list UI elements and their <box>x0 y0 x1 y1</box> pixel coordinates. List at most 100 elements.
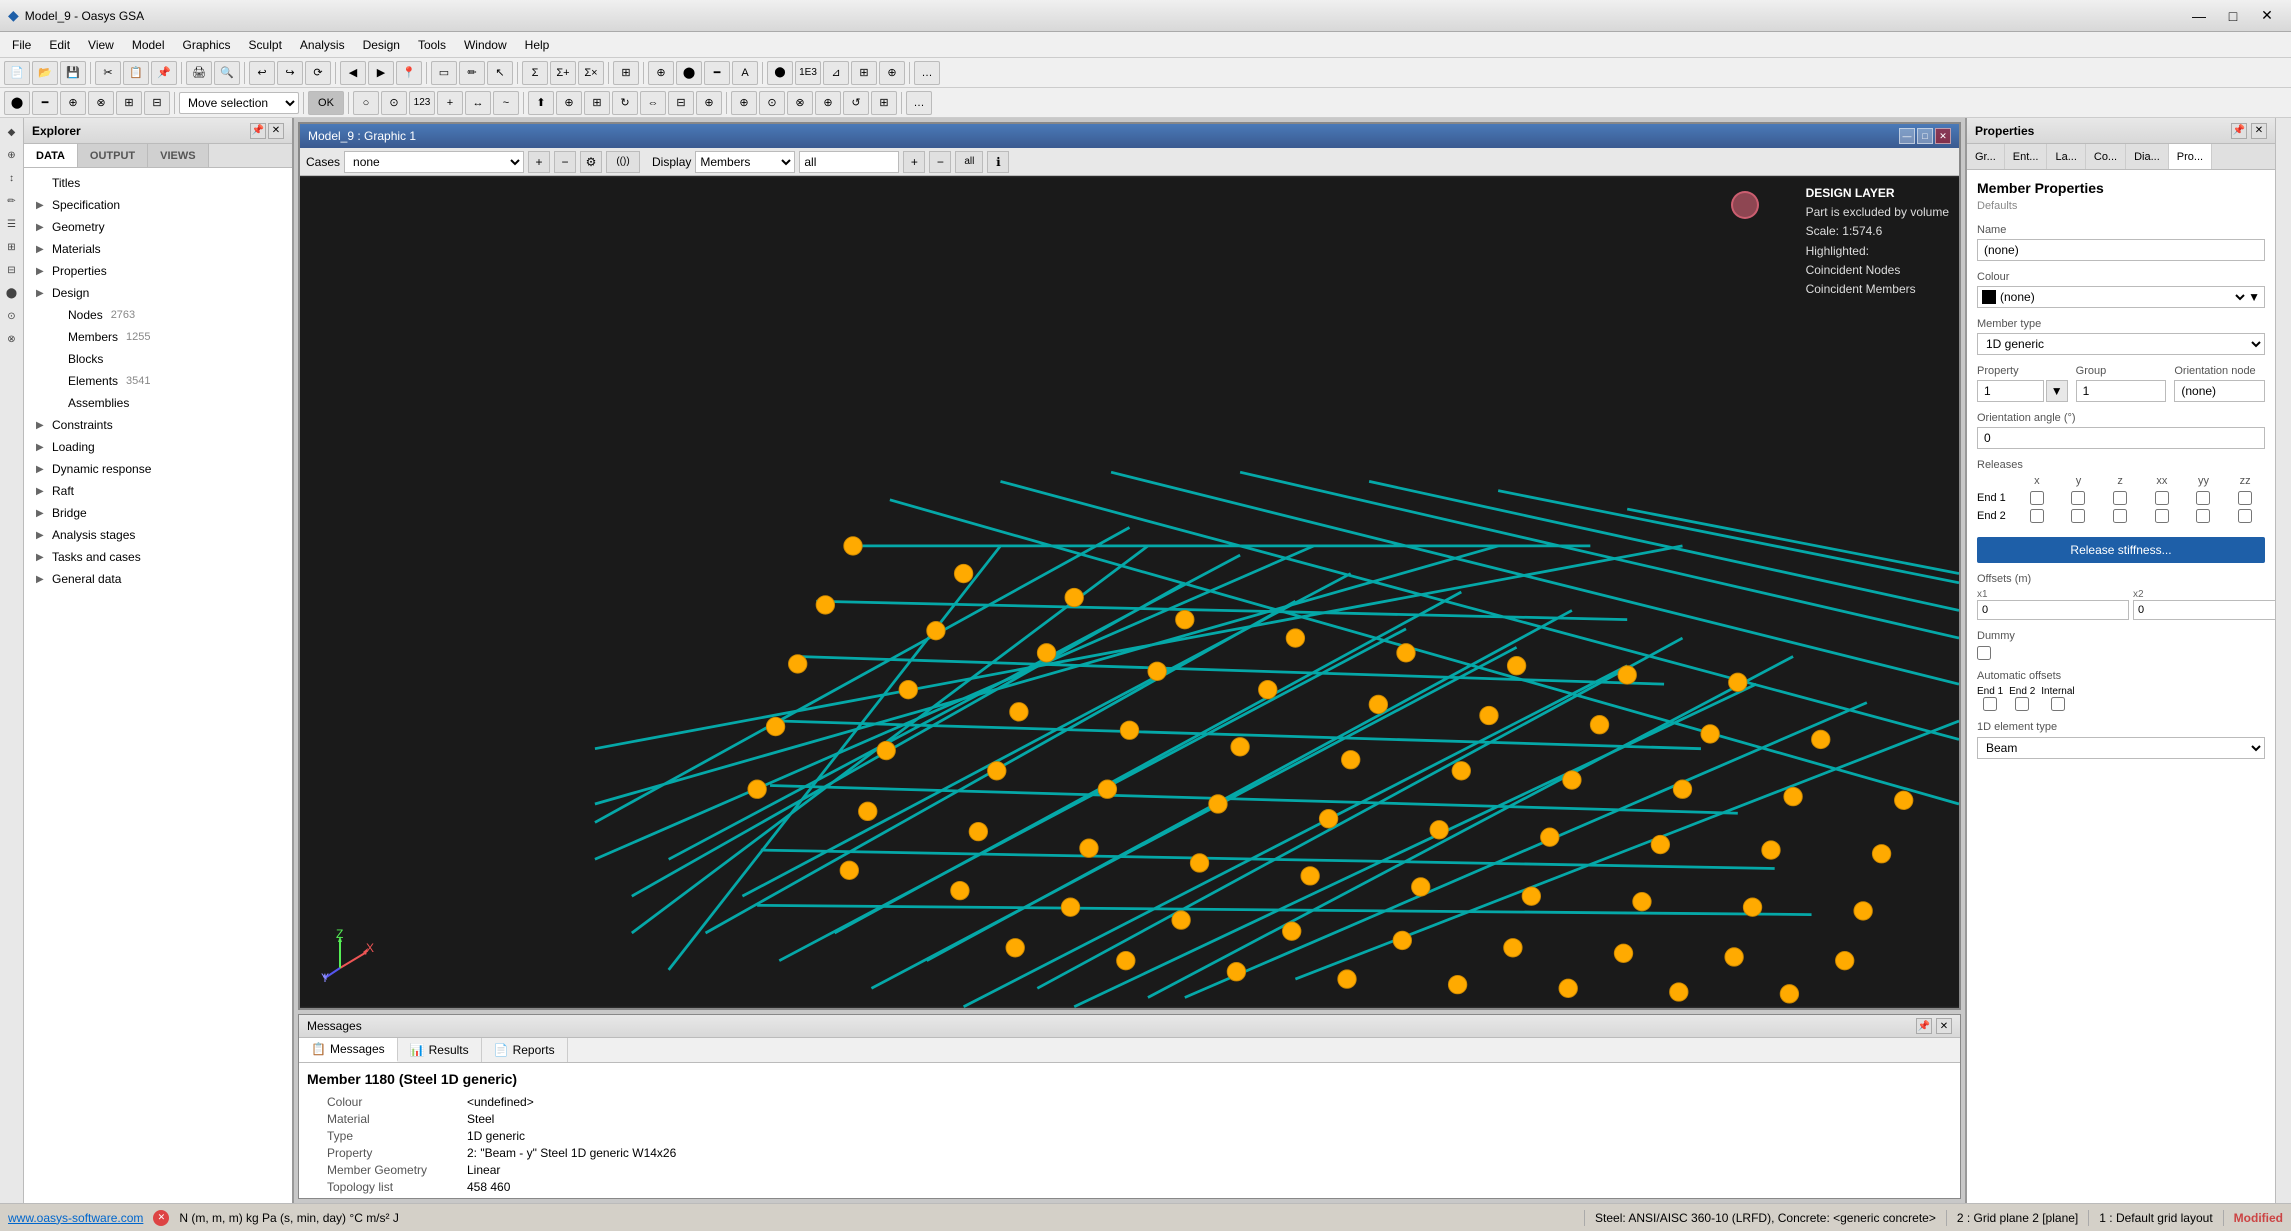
graphic-close[interactable]: ✕ <box>1935 128 1951 144</box>
scale2-icon[interactable]: ⇔ <box>640 91 666 115</box>
text-button[interactable]: A <box>732 61 758 85</box>
colour-select[interactable] <box>2228 287 2248 307</box>
cases-select[interactable]: none <box>344 151 524 173</box>
split-icon[interactable]: ⊕ <box>731 91 757 115</box>
pointer-button[interactable]: ↖ <box>487 61 513 85</box>
sidebar-icon-7[interactable]: ⊟ <box>2 260 22 280</box>
menu-model[interactable]: Model <box>124 34 173 56</box>
end1-zz-checkbox[interactable] <box>2238 491 2252 505</box>
graphic-viewport[interactable]: DESIGN LAYER Part is excluded by volume … <box>300 176 1959 1008</box>
end1-x-checkbox[interactable] <box>2030 491 2044 505</box>
print-button[interactable]: 🖨 <box>186 61 212 85</box>
end2-zz-checkbox[interactable] <box>2238 509 2252 523</box>
tree-item[interactable]: ▶Properties <box>24 260 292 282</box>
msg-tab-messages[interactable]: 📋 Messages <box>299 1038 398 1062</box>
snap-button[interactable]: ⊕ <box>879 61 905 85</box>
status-error-icon[interactable]: ✕ <box>153 1210 169 1226</box>
layers-button[interactable]: ⊞ <box>613 61 639 85</box>
menu-help[interactable]: Help <box>517 34 558 56</box>
status-url[interactable]: www.oasys-software.com <box>8 1211 143 1225</box>
dim-button[interactable]: ⬤ <box>767 61 793 85</box>
tree-item[interactable]: Nodes2763 <box>24 304 292 326</box>
messages-pin[interactable]: 📌 <box>1916 1018 1932 1034</box>
paste-button[interactable]: 📌 <box>151 61 177 85</box>
properties-close[interactable]: ✕ <box>2251 123 2267 139</box>
offset-x1-input[interactable] <box>1977 600 2129 620</box>
sidebar-icon-1[interactable]: ◆ <box>2 122 22 142</box>
merge-icon[interactable]: ⊙ <box>759 91 785 115</box>
save-button[interactable]: 💾 <box>60 61 86 85</box>
num123[interactable]: 123 <box>409 91 435 115</box>
tab-data[interactable]: DATA <box>24 144 78 167</box>
extra-btn[interactable]: … <box>906 91 932 115</box>
tree-item[interactable]: Elements3541 <box>24 370 292 392</box>
end2-xx-checkbox[interactable] <box>2155 509 2169 523</box>
node-icon[interactable]: ⬤ <box>4 91 30 115</box>
menu-window[interactable]: Window <box>456 34 515 56</box>
prop-orientation-angle-input[interactable] <box>1977 427 2265 449</box>
sidebar-icon-8[interactable]: ⬤ <box>2 283 22 303</box>
prop-name-input[interactable] <box>1977 239 2265 261</box>
forward-button[interactable]: ▶ <box>368 61 394 85</box>
pencil-button[interactable]: ✏ <box>459 61 485 85</box>
cross-icon[interactable]: + <box>437 91 463 115</box>
offset-x2-input[interactable] <box>2133 600 2275 620</box>
tree-item[interactable]: ▶General data <box>24 568 292 590</box>
maximize-button[interactable]: □ <box>2217 2 2249 30</box>
back-button[interactable]: ◀ <box>340 61 366 85</box>
display-all[interactable]: all <box>955 151 983 173</box>
end2-y-checkbox[interactable] <box>2071 509 2085 523</box>
tree-item[interactable]: Assemblies <box>24 392 292 414</box>
beam-icon[interactable]: ━ <box>32 91 58 115</box>
tree-item[interactable]: Members1255 <box>24 326 292 348</box>
end1-yy-checkbox[interactable] <box>2196 491 2210 505</box>
scale-button[interactable]: 1E3 <box>795 61 821 85</box>
minimize-button[interactable]: — <box>2183 2 2215 30</box>
copy-button[interactable]: 📋 <box>123 61 149 85</box>
circle2-icon[interactable]: ⊙ <box>381 91 407 115</box>
end1-xx-checkbox[interactable] <box>2155 491 2169 505</box>
tree-item[interactable]: ▶Analysis stages <box>24 524 292 546</box>
cases-remove[interactable]: − <box>554 151 576 173</box>
prop-tab-pro[interactable]: Pro... <box>2169 144 2212 169</box>
arrow-icon[interactable]: ↔ <box>465 91 491 115</box>
end2-z-checkbox[interactable] <box>2113 509 2127 523</box>
menu-sculpt[interactable]: Sculpt <box>241 34 290 56</box>
prop-orientation-node-input[interactable] <box>2174 380 2265 402</box>
apply-button[interactable]: OK <box>308 91 344 115</box>
prop-property-input[interactable] <box>1977 380 2044 402</box>
open-button[interactable]: 📂 <box>32 61 58 85</box>
new-button[interactable]: 📄 <box>4 61 30 85</box>
tree-item[interactable]: ▶Specification <box>24 194 292 216</box>
move-selection-select[interactable]: Move selection <box>179 92 299 114</box>
display-select[interactable]: Members <box>695 151 795 173</box>
node-button[interactable]: ⬤ <box>676 61 702 85</box>
release-stiffness-button[interactable]: Release stiffness... <box>1977 537 2265 563</box>
msg-tab-results[interactable]: 📊 Results <box>398 1038 482 1062</box>
print-preview[interactable]: 🔍 <box>214 61 240 85</box>
prop-tab-dia[interactable]: Dia... <box>2126 144 2169 169</box>
menu-design[interactable]: Design <box>355 34 408 56</box>
prop-tab-ent[interactable]: Ent... <box>2005 144 2048 169</box>
select-all[interactable]: ⊞ <box>116 91 142 115</box>
pin-button[interactable]: 📍 <box>396 61 422 85</box>
explode-icon[interactable]: ⊕ <box>696 91 722 115</box>
sidebar-icon-10[interactable]: ⊗ <box>2 329 22 349</box>
element-type-select[interactable]: Beam <box>1977 737 2265 759</box>
tree-item[interactable]: ▶Dynamic response <box>24 458 292 480</box>
menu-file[interactable]: File <box>4 34 39 56</box>
align-icon[interactable]: ⊞ <box>584 91 610 115</box>
select-button[interactable]: ⊕ <box>648 61 674 85</box>
display-info[interactable]: ℹ <box>987 151 1009 173</box>
sum-button[interactable]: Σ <box>522 61 548 85</box>
auto-internal-checkbox[interactable] <box>2051 697 2065 711</box>
extrude-icon[interactable]: ⊕ <box>815 91 841 115</box>
tree-item[interactable]: ▶Tasks and cases <box>24 546 292 568</box>
display-add[interactable]: + <box>903 151 925 173</box>
snap-icon[interactable]: ⊕ <box>60 91 86 115</box>
tree-item[interactable]: ▶Raft <box>24 480 292 502</box>
sidebar-icon-5[interactable]: ☰ <box>2 214 22 234</box>
prop-tab-co[interactable]: Co... <box>2086 144 2126 169</box>
messages-close[interactable]: ✕ <box>1936 1018 1952 1034</box>
end2-x-checkbox[interactable] <box>2030 509 2044 523</box>
